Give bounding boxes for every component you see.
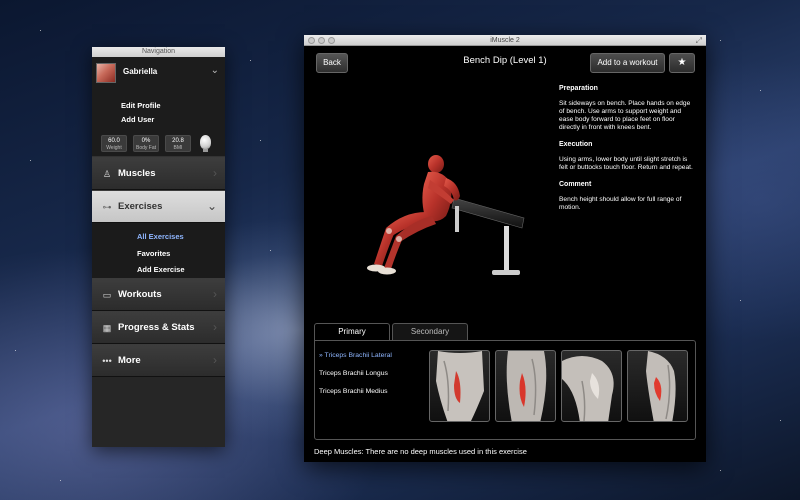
calendar-icon: ▦	[102, 323, 112, 333]
toolbar: Back Bench Dip (Level 1) Add to a workou…	[304, 46, 706, 78]
weight-stat[interactable]: 60.0 Weight	[101, 135, 127, 152]
tab-secondary[interactable]: Secondary	[392, 323, 468, 340]
submenu-all-exercises[interactable]: All Exercises	[137, 229, 225, 246]
weight-value: 60.0	[108, 138, 120, 144]
fullscreen-icon[interactable]: ⤢	[696, 35, 702, 46]
execution-text: Using arms, lower body until slight stre…	[559, 156, 693, 171]
comment-heading: Comment	[559, 181, 592, 188]
weight-label: Weight	[106, 145, 122, 151]
muscle-thumbnail[interactable]	[495, 350, 556, 422]
nav-label-progress: Progress & Stats	[118, 322, 195, 333]
profile-links: Edit Profile Add User	[92, 97, 225, 133]
muscle-thumbnail[interactable]	[627, 350, 688, 422]
navigation-title: Navigation	[92, 47, 225, 57]
figure-icon: ♙	[102, 169, 112, 179]
muscle-item-triceps-longus[interactable]: Triceps Brachii Longus	[319, 369, 429, 387]
nav-item-progress[interactable]: ▦ Progress & Stats ›	[92, 311, 225, 344]
nav-label-more: More	[118, 355, 141, 366]
navigation-panel: Navigation Gabriella ⌄ Edit Profile Add …	[92, 47, 225, 447]
deep-muscles-note: Deep Muscles: There are no deep muscles …	[314, 447, 527, 456]
window-title: iMuscle 2	[490, 37, 520, 44]
nav-item-more[interactable]: ••• More ›	[92, 344, 225, 377]
exercise-figure-illustration	[367, 155, 525, 275]
preparation-heading: Preparation	[559, 85, 598, 92]
chevron-right-icon: ›	[213, 287, 217, 301]
nav-item-exercises[interactable]: ⊶ Exercises ⌄	[92, 190, 225, 223]
arm-rear-image	[506, 351, 547, 421]
exercises-submenu: All Exercises Favorites Add Exercise	[92, 223, 225, 278]
chevron-right-icon: ›	[213, 353, 217, 367]
workout-card-icon: ▭	[102, 290, 112, 300]
profile-name: Gabriella	[123, 67, 158, 76]
muscle-item-triceps-lateral[interactable]: » Triceps Brachii Lateral	[319, 351, 429, 369]
arm-back-image	[436, 351, 484, 421]
muscle-panel: » Triceps Brachii Lateral Triceps Brachi…	[314, 340, 696, 440]
main-window: iMuscle 2 ⤢ Back Bench Dip (Level 1) Add…	[304, 35, 706, 462]
execution-heading: Execution	[559, 141, 593, 148]
nav-label-exercises: Exercises	[118, 201, 163, 212]
muscle-list: » Triceps Brachii Lateral Triceps Brachi…	[319, 351, 429, 405]
upper-arm-image	[562, 356, 614, 421]
bmi-value: 20.8	[172, 138, 184, 144]
close-window-button[interactable]	[308, 37, 315, 44]
profile-stats: 60.0 Weight 0% Body Fat 20.8 BMI	[92, 133, 225, 157]
submenu-favorites[interactable]: Favorites	[137, 246, 225, 263]
nav-item-muscles[interactable]: ♙ Muscles ›	[92, 157, 225, 190]
bmi-label: BMI	[173, 145, 183, 151]
add-to-workout-button[interactable]: Add to a workout	[590, 53, 665, 73]
bmi-stat[interactable]: 20.8 BMI	[165, 135, 191, 152]
chevron-right-icon: ›	[213, 320, 217, 334]
edit-profile-link[interactable]: Edit Profile	[121, 99, 225, 113]
zoom-window-button[interactable]	[328, 37, 335, 44]
preparation-text: Sit sideways on bench. Place hands on ed…	[559, 100, 691, 131]
window-titlebar[interactable]: iMuscle 2 ⤢	[304, 35, 706, 46]
arm-side-image	[646, 351, 676, 421]
minimize-window-button[interactable]	[318, 37, 325, 44]
nav-label-muscles: Muscles	[118, 168, 156, 179]
muscle-thumbnail[interactable]	[561, 350, 622, 422]
body-fat-value: 0%	[141, 138, 151, 144]
favorite-star-button[interactable]: ★	[669, 53, 695, 73]
muscle-item-triceps-medius[interactable]: Triceps Brachii Medius	[319, 387, 429, 405]
add-user-link[interactable]: Add User	[121, 113, 225, 127]
tab-primary[interactable]: Primary	[314, 323, 390, 340]
nav-label-workouts: Workouts	[118, 289, 162, 300]
chevron-down-icon[interactable]: ⌄	[211, 65, 219, 76]
chevron-right-icon: ›	[213, 166, 217, 180]
more-dots-icon: •••	[102, 356, 112, 366]
submenu-add-exercise[interactable]: Add Exercise	[137, 262, 225, 279]
body-fat-stat[interactable]: 0% Body Fat	[133, 135, 159, 152]
muscle-thumbnail[interactable]	[429, 350, 490, 422]
comment-text: Bench height should allow for full range…	[559, 196, 682, 211]
profile-header[interactable]: Gabriella ⌄	[92, 57, 225, 97]
lightbulb-icon[interactable]	[200, 135, 211, 152]
body-fat-label: Body Fat	[135, 145, 156, 151]
nav-item-workouts[interactable]: ▭ Workouts ›	[92, 278, 225, 311]
avatar[interactable]	[96, 63, 116, 83]
dumbbell-icon: ⊶	[102, 202, 112, 212]
instructions-panel: Preparation Sit sideways on bench. Place…	[559, 85, 694, 221]
chevron-down-icon: ⌄	[206, 199, 217, 213]
